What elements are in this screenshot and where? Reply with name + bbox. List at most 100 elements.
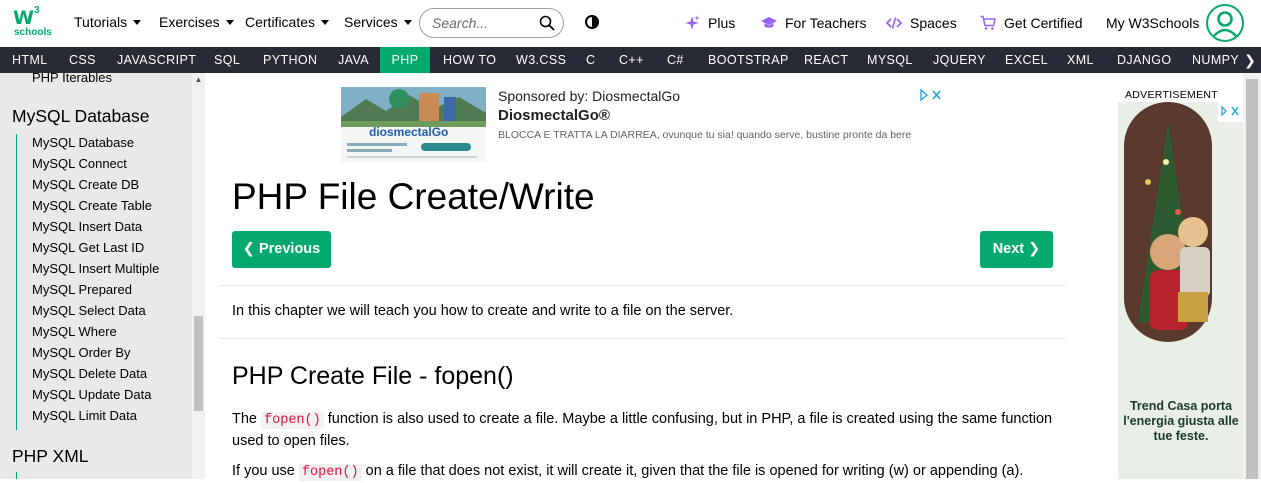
ad-image[interactable]: diosmectalGo — [341, 87, 486, 162]
nav-php[interactable]: PHP — [380, 47, 430, 73]
chevron-left-icon: ❮ — [242, 241, 255, 257]
sidebar-item[interactable]: MySQL Get Last ID — [32, 240, 144, 255]
get-certified-label: Get Certified — [1004, 15, 1083, 31]
ad-image-brand: diosmectalGo — [369, 125, 448, 139]
sidebar-section-line — [16, 472, 17, 479]
page-scroll-thumb[interactable] — [1246, 79, 1258, 479]
sidebar-item[interactable]: MySQL Limit Data — [32, 408, 137, 423]
language-navbar: HTML CSS JAVASCRIPT SQL PYTHON JAVA PHP … — [0, 47, 1261, 73]
right-ad-text: Trend Casa porta l'energia giusta alle t… — [1123, 399, 1239, 443]
sidebar-item[interactable]: MySQL Prepared — [32, 282, 132, 297]
nav-javascript[interactable]: JAVASCRIPT — [105, 47, 208, 73]
code-icon — [886, 17, 902, 29]
search-box — [419, 8, 564, 38]
menu-services[interactable]: Services — [344, 14, 412, 30]
advertisement-label: ADVERTISEMENT — [1125, 89, 1218, 101]
nav-python[interactable]: PYTHON — [251, 47, 330, 73]
nav-java[interactable]: JAVA — [326, 47, 381, 73]
sidebar-scroll-thumb[interactable] — [194, 316, 203, 411]
next-button[interactable]: Next ❯ — [980, 231, 1053, 268]
p1-text-b: function is also used to create a file. … — [323, 411, 1053, 427]
nav-sql[interactable]: SQL — [202, 47, 252, 73]
main-content: diosmectalGo Sponsored by: DiosmectalGo … — [205, 73, 1105, 481]
sidebar: PHP Iterables MySQL Database MySQL Datab… — [0, 73, 205, 479]
menu-exercises[interactable]: Exercises — [159, 14, 234, 30]
sidebar-item[interactable]: MySQL Select Data — [32, 303, 146, 318]
dark-mode-toggle-icon[interactable] — [585, 15, 599, 29]
top-header: W 3 schools Tutorials Exercises Certific… — [0, 0, 1261, 47]
for-teachers-label: For Teachers — [785, 15, 867, 31]
nav-w3css[interactable]: W3.CSS — [504, 47, 578, 73]
p2-text-b: on a file that does not exist, it will c… — [361, 463, 1024, 479]
ad-description[interactable]: BLOCCA E TRATTA LA DIARREA, ovunque tu s… — [498, 129, 911, 141]
p2-text-a: If you use — [232, 463, 299, 479]
menu-services-label: Services — [344, 14, 398, 30]
sidebar-item[interactable]: MySQL Create Table — [32, 198, 152, 213]
nav-howto[interactable]: HOW TO — [431, 47, 508, 73]
nav-django[interactable]: DJANGO — [1105, 47, 1184, 73]
sidebar-item[interactable]: MySQL Insert Multiple — [32, 261, 159, 276]
search-input[interactable] — [432, 15, 532, 31]
nav-csharp[interactable]: C# — [655, 47, 696, 73]
nav-cpp[interactable]: C++ — [607, 47, 656, 73]
nav-html[interactable]: HTML — [0, 47, 60, 73]
sidebar-item[interactable]: MySQL Where — [32, 324, 117, 339]
nav-xml[interactable]: XML — [1055, 47, 1106, 73]
section-heading: PHP Create File - fopen() — [232, 362, 514, 390]
sidebar-item[interactable]: MySQL Connect — [32, 156, 127, 171]
user-avatar-icon[interactable] — [1206, 4, 1244, 42]
sidebar-scrollbar[interactable] — [192, 73, 205, 479]
sidebar-section-line — [16, 134, 17, 430]
menu-certificates-label: Certificates — [245, 14, 316, 30]
for-teachers-link[interactable]: For Teachers — [761, 15, 866, 31]
logo-sup: 3 — [34, 5, 40, 16]
spaces-label: Spaces — [910, 15, 957, 31]
ad-brand[interactable]: DiosmectalGo® — [498, 107, 610, 124]
sidebar-section-title: MySQL Database — [12, 106, 150, 126]
menu-tutorials-label: Tutorials — [74, 14, 128, 30]
caret-down-icon — [403, 20, 412, 25]
paragraph-2: If you use fopen() on a file that does n… — [232, 461, 1023, 483]
menu-certificates[interactable]: Certificates — [245, 14, 330, 30]
spaces-link[interactable]: Spaces — [886, 15, 957, 31]
sidebar-item[interactable]: MySQL Create DB — [32, 177, 139, 192]
plus-link[interactable]: Plus — [684, 15, 735, 31]
search-icon[interactable] — [539, 15, 555, 31]
p1-text-c: used to open files. — [232, 433, 350, 449]
previous-label: Previous — [258, 241, 321, 257]
paragraph-1: The fopen() function is also used to cre… — [232, 409, 1052, 451]
menu-tutorials[interactable]: Tutorials — [74, 14, 142, 30]
inline-code: fopen() — [298, 464, 362, 481]
caret-down-icon — [321, 20, 330, 25]
adchoices-icon[interactable] — [919, 88, 943, 102]
sidebar-item[interactable]: MySQL Database — [32, 135, 134, 150]
intro-text: In this chapter we will teach you how to… — [232, 303, 734, 319]
sparkle-icon — [685, 15, 700, 30]
nav-css[interactable]: CSS — [57, 47, 108, 73]
get-certified-link[interactable]: Get Certified — [980, 15, 1083, 31]
nav-scroll-right-icon[interactable]: ❯ — [1239, 47, 1261, 73]
sidebar-item[interactable]: MySQL Insert Data — [32, 219, 142, 234]
caret-down-icon — [225, 20, 234, 25]
w3schools-logo[interactable]: W 3 schools — [13, 5, 52, 40]
nav-excel[interactable]: EXCEL — [993, 47, 1060, 73]
menu-exercises-label: Exercises — [159, 14, 220, 30]
nav-mysql[interactable]: MYSQL — [855, 47, 925, 73]
my-w3schools-link[interactable]: My W3Schools — [1106, 15, 1199, 31]
nav-bootstrap[interactable]: BOOTSTRAP — [696, 47, 801, 73]
sidebar-item[interactable]: MySQL Update Data — [32, 387, 151, 402]
ad-sponsor[interactable]: Sponsored by: DiosmectalGo — [498, 88, 680, 104]
previous-button[interactable]: ❮ Previous — [232, 231, 331, 268]
nav-react[interactable]: REACT — [792, 47, 860, 73]
scroll-up-icon[interactable]: ▲ — [194, 75, 203, 84]
plus-label: Plus — [708, 15, 736, 31]
nav-c[interactable]: C — [574, 47, 607, 73]
right-ad-banner[interactable]: Trend Casa porta l'energia giusta alle t… — [1118, 102, 1244, 479]
sidebar-item[interactable]: MySQL Delete Data — [32, 366, 147, 381]
nav-jquery[interactable]: JQUERY — [921, 47, 998, 73]
sidebar-item[interactable]: MySQL Order By — [32, 345, 130, 360]
inline-code: fopen() — [261, 412, 324, 429]
divider — [220, 285, 1066, 286]
p1-text-a: The — [232, 411, 262, 427]
sidebar-item-php-iterables[interactable]: PHP Iterables — [32, 73, 112, 85]
